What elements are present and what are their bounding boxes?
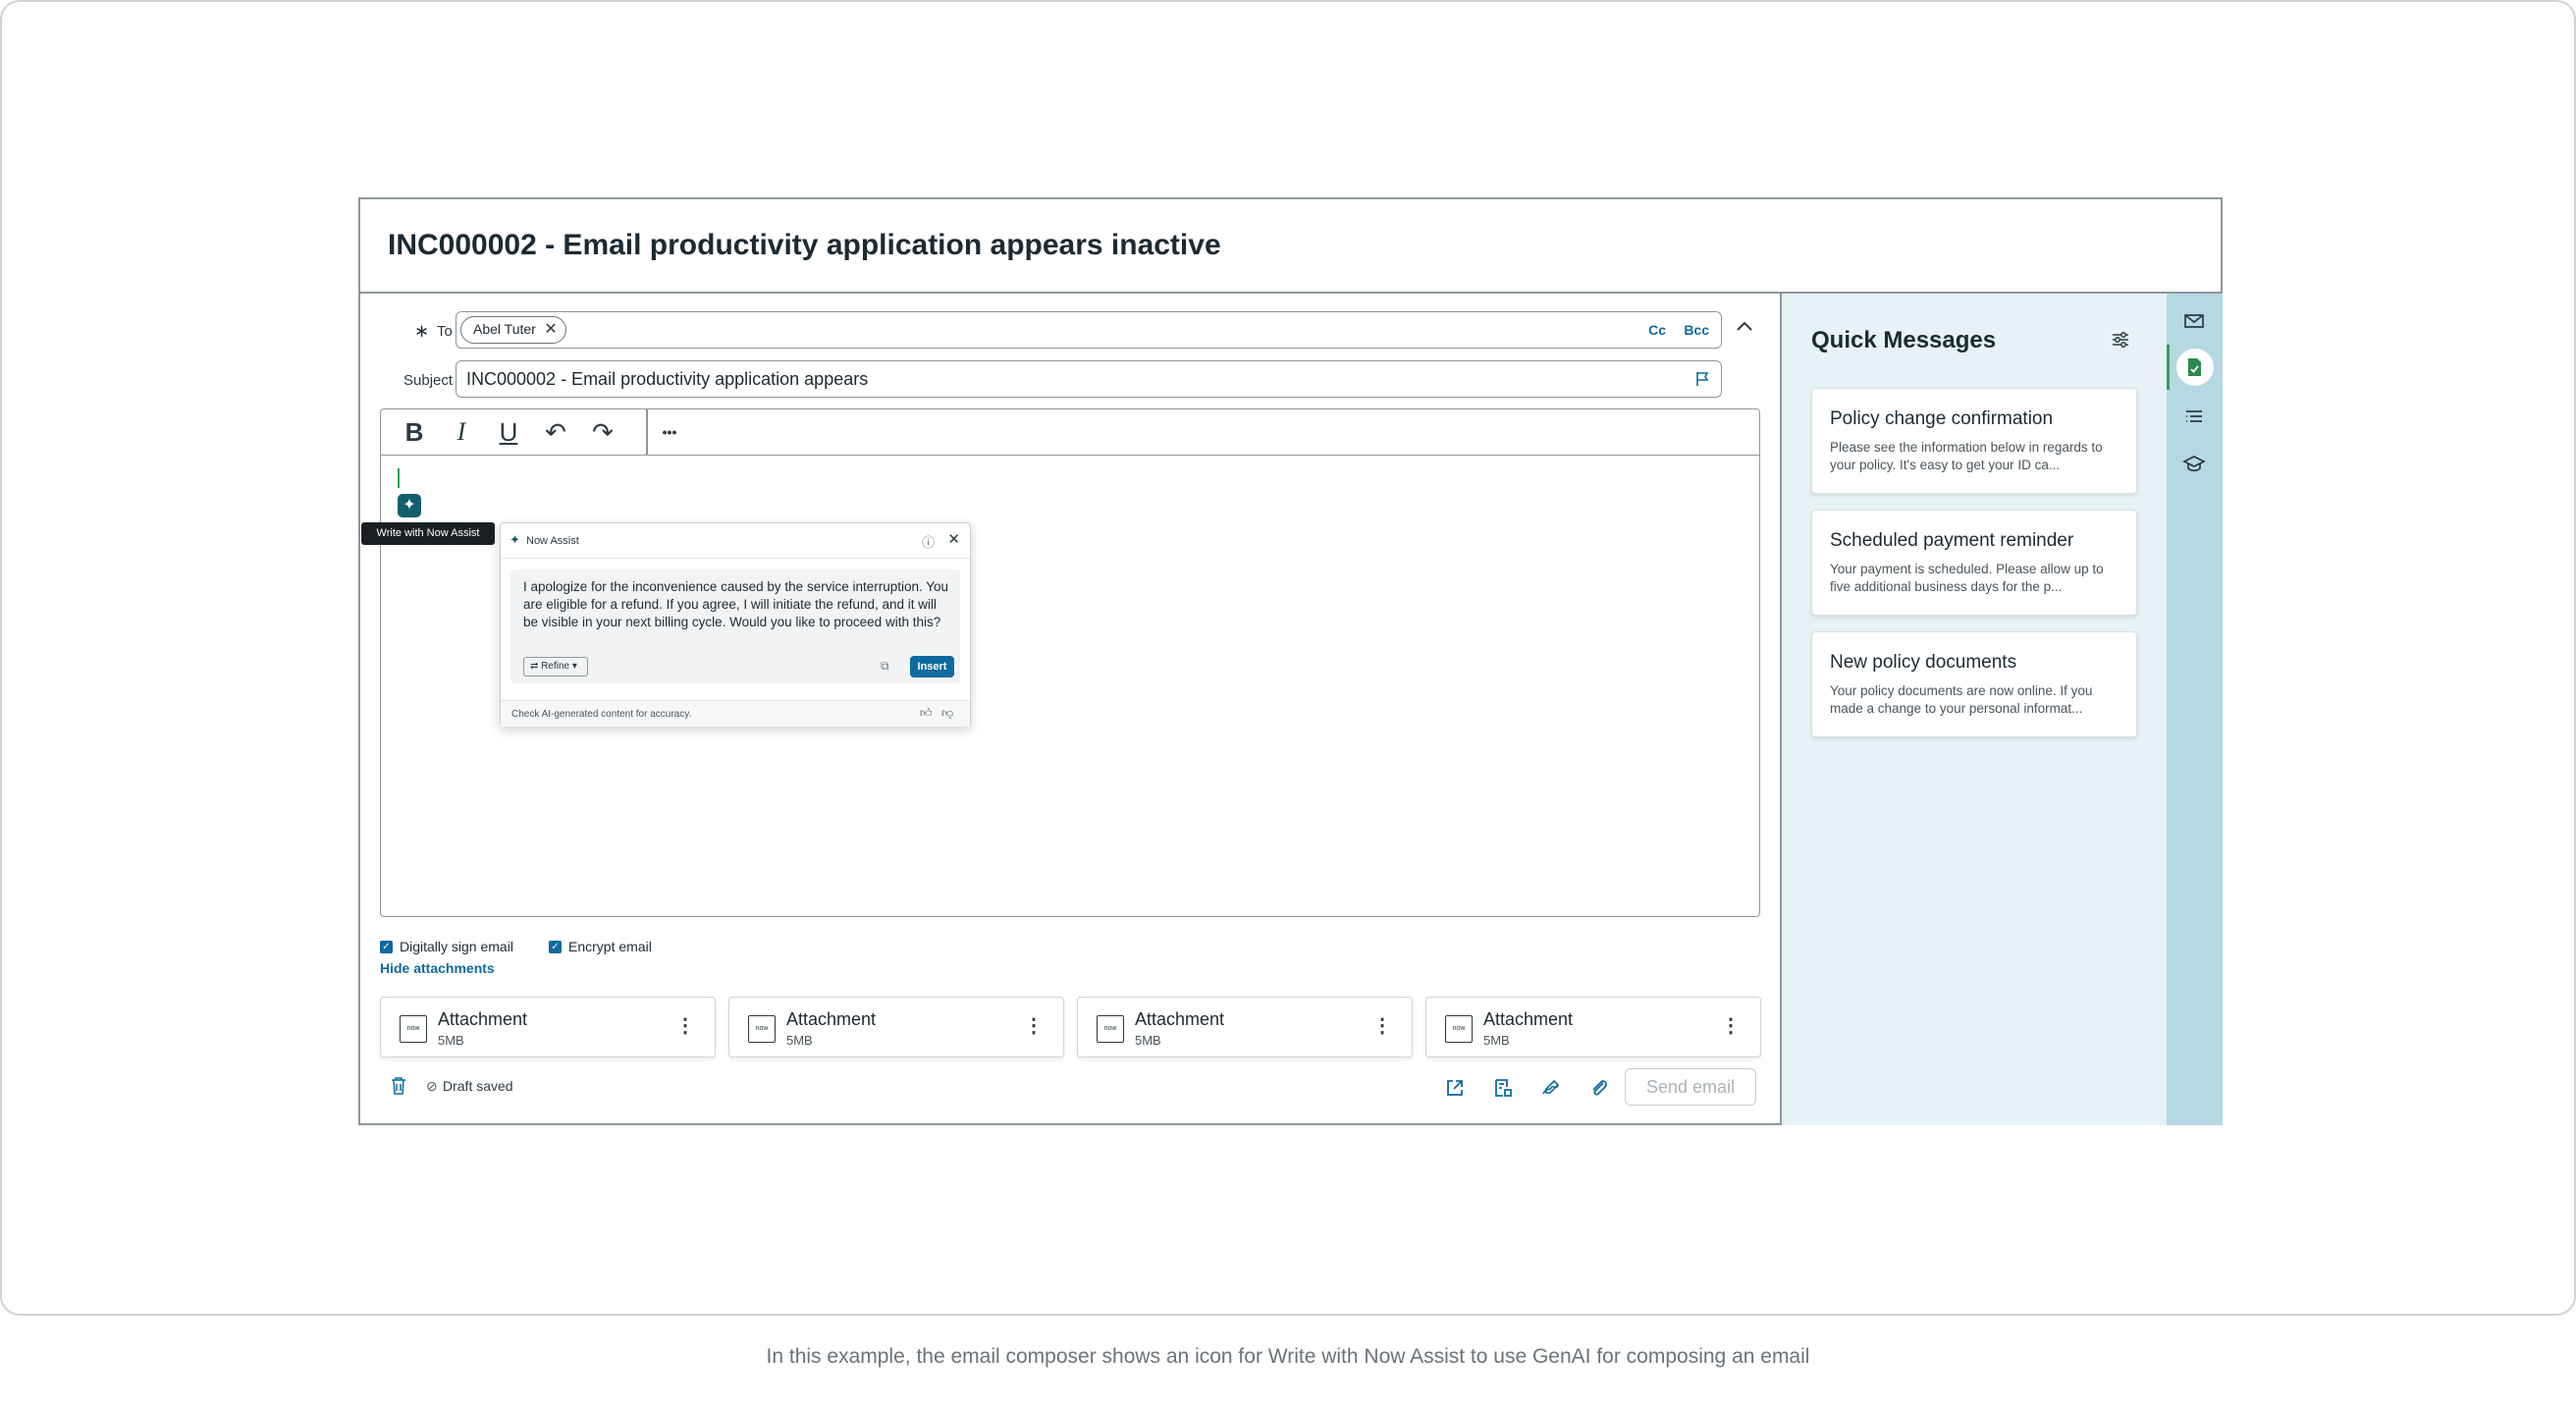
sparkle-icon: ✦: [510, 532, 520, 547]
encrypt-checkbox[interactable]: ✓: [549, 941, 562, 953]
quick-message-card[interactable]: Policy change confirmation Please see th…: [1811, 388, 2137, 494]
kebab-menu-icon[interactable]: ⋮: [1024, 1013, 1044, 1038]
text-cursor: [398, 468, 400, 488]
attachment-name: Attachment: [1483, 1009, 1574, 1029]
active-indicator: [2167, 345, 2170, 390]
attachment-name: Attachment: [1135, 1009, 1225, 1029]
kebab-menu-icon[interactable]: ⋮: [675, 1013, 695, 1038]
now-assist-panel: ✦ Now Assist ⓘ ✕ I apologize for the inc…: [500, 522, 971, 727]
now-assist-tooltip: Write with Now Assist: [361, 522, 495, 545]
remove-recipient-icon[interactable]: ✕: [544, 317, 557, 342]
quick-message-doc-icon[interactable]: [2182, 355, 2206, 379]
thumbs-down-icon[interactable]: 👎︎: [941, 706, 953, 721]
attachment-card[interactable]: now Attachment 5MB ⋮: [728, 997, 1064, 1057]
now-assist-header: ✦ Now Assist ⓘ ✕: [501, 523, 970, 559]
figure-caption: In this example, the email composer show…: [766, 1345, 1810, 1368]
attachment-size: 5MB: [1135, 1033, 1161, 1048]
refine-label: Refine: [541, 661, 570, 672]
thumbs-up-icon[interactable]: 👍︎: [920, 706, 933, 721]
window-title: INC000002 - Email productivity applicati…: [388, 229, 1221, 261]
file-icon: now: [748, 1015, 776, 1043]
now-assist-title: Now Assist: [526, 535, 579, 547]
quick-message-title: Policy change confirmation: [1830, 408, 2054, 429]
subject-label: Subject: [403, 372, 454, 389]
quick-messages-title: Quick Messages: [1811, 327, 1997, 353]
insert-button[interactable]: Insert: [910, 656, 954, 677]
more-options-button[interactable]: •••: [654, 417, 685, 447]
bold-button[interactable]: B: [399, 417, 430, 447]
now-assist-footer: Check AI-generated content for accuracy.…: [501, 700, 970, 727]
now-assist-sparkle-icon[interactable]: ✦: [398, 494, 421, 517]
required-indicator: ∗: [414, 321, 430, 341]
attachment-name: Attachment: [438, 1009, 528, 1029]
attachment-card[interactable]: now Attachment 5MB ⋮: [1425, 997, 1761, 1057]
side-rail: [2167, 294, 2223, 1125]
screenshot-frame: INC000002 - Email productivity applicati…: [0, 0, 2576, 1316]
to-label: To: [437, 323, 453, 340]
ai-disclaimer: Check AI-generated content for accuracy.: [511, 709, 692, 720]
window-header: INC000002 - Email productivity applicati…: [360, 199, 2221, 294]
file-icon: now: [400, 1015, 427, 1043]
file-icon: now: [1097, 1015, 1124, 1043]
attachment-size: 5MB: [438, 1033, 464, 1048]
list-icon[interactable]: [2182, 406, 2206, 429]
signature-icon[interactable]: [1539, 1076, 1563, 1100]
recipient-chip[interactable]: Abel Tuter ✕: [460, 316, 566, 344]
quick-message-body: Your policy documents are now online. If…: [1830, 683, 2093, 716]
undo-button[interactable]: ↶: [540, 417, 571, 447]
attachment-name: Attachment: [786, 1009, 877, 1029]
attachment-card[interactable]: now Attachment 5MB ⋮: [1077, 997, 1413, 1057]
attachment-size: 5MB: [786, 1033, 813, 1048]
graduation-cap-icon[interactable]: [2182, 453, 2206, 476]
encrypt-label: Encrypt email: [568, 939, 652, 954]
redo-button[interactable]: ↷: [587, 417, 618, 447]
copy-icon[interactable]: ⧉: [881, 659, 889, 674]
quick-message-card[interactable]: Scheduled payment reminder Your payment …: [1811, 510, 2137, 616]
quick-message-body: Please see the information below in rega…: [1830, 440, 2103, 472]
info-icon[interactable]: ⓘ: [922, 532, 935, 551]
now-assist-response: I apologize for the inconvenience caused…: [510, 569, 960, 683]
cc-button[interactable]: Cc: [1648, 322, 1666, 338]
italic-button[interactable]: I: [446, 417, 477, 447]
paperclip-icon[interactable]: [1587, 1076, 1611, 1100]
draft-status: Draft saved: [443, 1078, 513, 1094]
quick-message-title: New policy documents: [1830, 652, 2017, 673]
email-icon[interactable]: [2182, 309, 2206, 333]
subject-value: INC000002 - Email productivity applicati…: [466, 369, 869, 389]
check-circle-icon: ⊘: [426, 1078, 438, 1094]
open-external-icon[interactable]: [1443, 1076, 1467, 1100]
attachment-card[interactable]: now Attachment 5MB ⋮: [380, 997, 716, 1057]
attachment-size: 5MB: [1483, 1033, 1510, 1048]
to-field[interactable]: Abel Tuter ✕ Cc Bcc: [456, 311, 1722, 349]
send-email-button[interactable]: Send email: [1625, 1068, 1756, 1106]
quick-message-card[interactable]: New policy documents Your policy documen…: [1811, 631, 2137, 737]
chevron-up-icon[interactable]: [1733, 315, 1756, 339]
hide-attachments-link[interactable]: Hide attachments: [380, 960, 495, 976]
kebab-menu-icon[interactable]: ⋮: [1372, 1013, 1392, 1038]
quick-message-body: Your payment is scheduled. Please allow …: [1830, 562, 2104, 594]
underline-button[interactable]: U: [493, 417, 524, 447]
digitally-sign-checkbox[interactable]: ✓: [380, 941, 393, 953]
digitally-sign-label: Digitally sign email: [400, 939, 513, 954]
bcc-button[interactable]: Bcc: [1684, 322, 1709, 338]
filter-settings-icon[interactable]: [2110, 329, 2131, 351]
kebab-menu-icon[interactable]: ⋮: [1721, 1013, 1741, 1038]
refine-dropdown[interactable]: ⇄ Refine ▾: [523, 657, 588, 677]
close-icon[interactable]: ✕: [947, 530, 960, 548]
formatting-toolbar: B I U ↶ ↷ •••: [381, 409, 1759, 456]
file-icon: now: [1445, 1015, 1473, 1043]
quick-messages-panel: Quick Messages Policy change confirmatio…: [1782, 294, 2167, 1125]
template-icon[interactable]: [1491, 1076, 1515, 1100]
recipient-name: Abel Tuter: [473, 321, 536, 337]
quick-message-title: Scheduled payment reminder: [1830, 530, 2074, 551]
trash-icon[interactable]: [390, 1076, 407, 1096]
now-assist-response-text: I apologize for the inconvenience caused…: [523, 579, 949, 629]
toolbar-separator: [646, 409, 648, 456]
flag-icon[interactable]: [1693, 370, 1711, 388]
subject-field[interactable]: INC000002 - Email productivity applicati…: [456, 360, 1722, 398]
